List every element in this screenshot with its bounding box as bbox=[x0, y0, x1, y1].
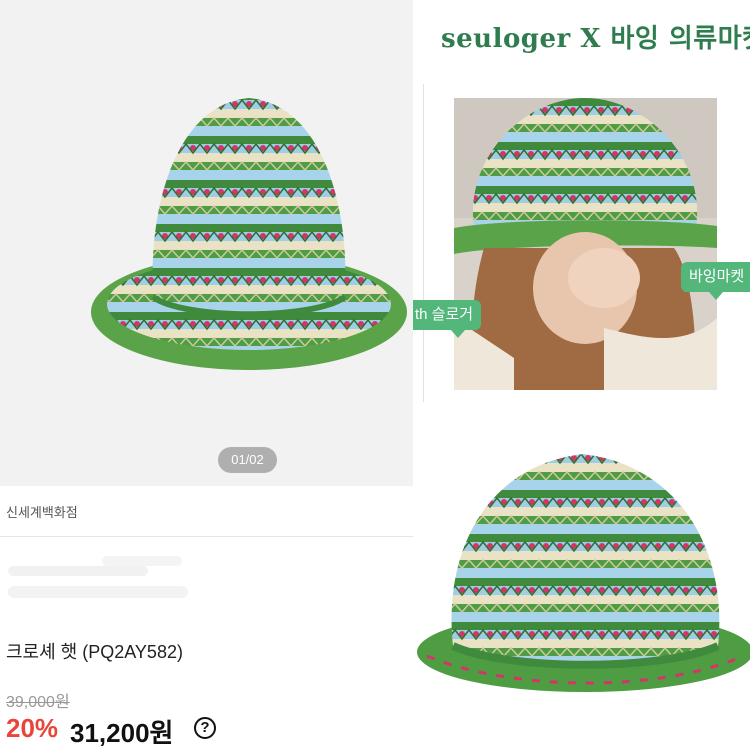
question-circle-icon[interactable]: ? bbox=[194, 717, 216, 739]
tag-pointer bbox=[709, 292, 723, 300]
frame-line bbox=[423, 84, 424, 402]
brand-tag-right[interactable]: 바잉마켓 bbox=[681, 262, 750, 292]
discount-rate: 20% bbox=[6, 713, 59, 743]
brand-tag-right-label: 바잉마켓 bbox=[689, 268, 745, 285]
brand-tag-left-label: th 슬로거 bbox=[415, 306, 474, 323]
sale-price: 31,200원 bbox=[70, 718, 174, 748]
divider bbox=[0, 536, 413, 537]
product-image-gallery[interactable]: 01/02 bbox=[0, 0, 413, 486]
product-title: 크로셰 햇 (PQ2AY582) bbox=[6, 642, 183, 662]
model-photo bbox=[454, 98, 717, 390]
crochet-hat-image bbox=[91, 98, 407, 370]
original-price: 39,000원 bbox=[6, 694, 70, 711]
product-panel: 01/02 신세계백화점 크로셰 햇 (PQ2AY582) 39,000원 20… bbox=[0, 0, 413, 750]
page-indicator: 01/02 bbox=[218, 447, 277, 473]
promo-panel: seuloger X 바잉 의류마켓 th 슬로거 바잉마켓 bbox=[413, 0, 750, 750]
blurred-content bbox=[2, 548, 194, 618]
tag-pointer bbox=[451, 330, 465, 338]
store-name[interactable]: 신세계백화점 bbox=[6, 502, 78, 521]
promo-headline: seuloger X 바잉 의류마켓 bbox=[441, 24, 750, 54]
crochet-hat-closeup bbox=[417, 454, 750, 692]
brand-tag-left[interactable]: th 슬로거 bbox=[413, 300, 482, 338]
